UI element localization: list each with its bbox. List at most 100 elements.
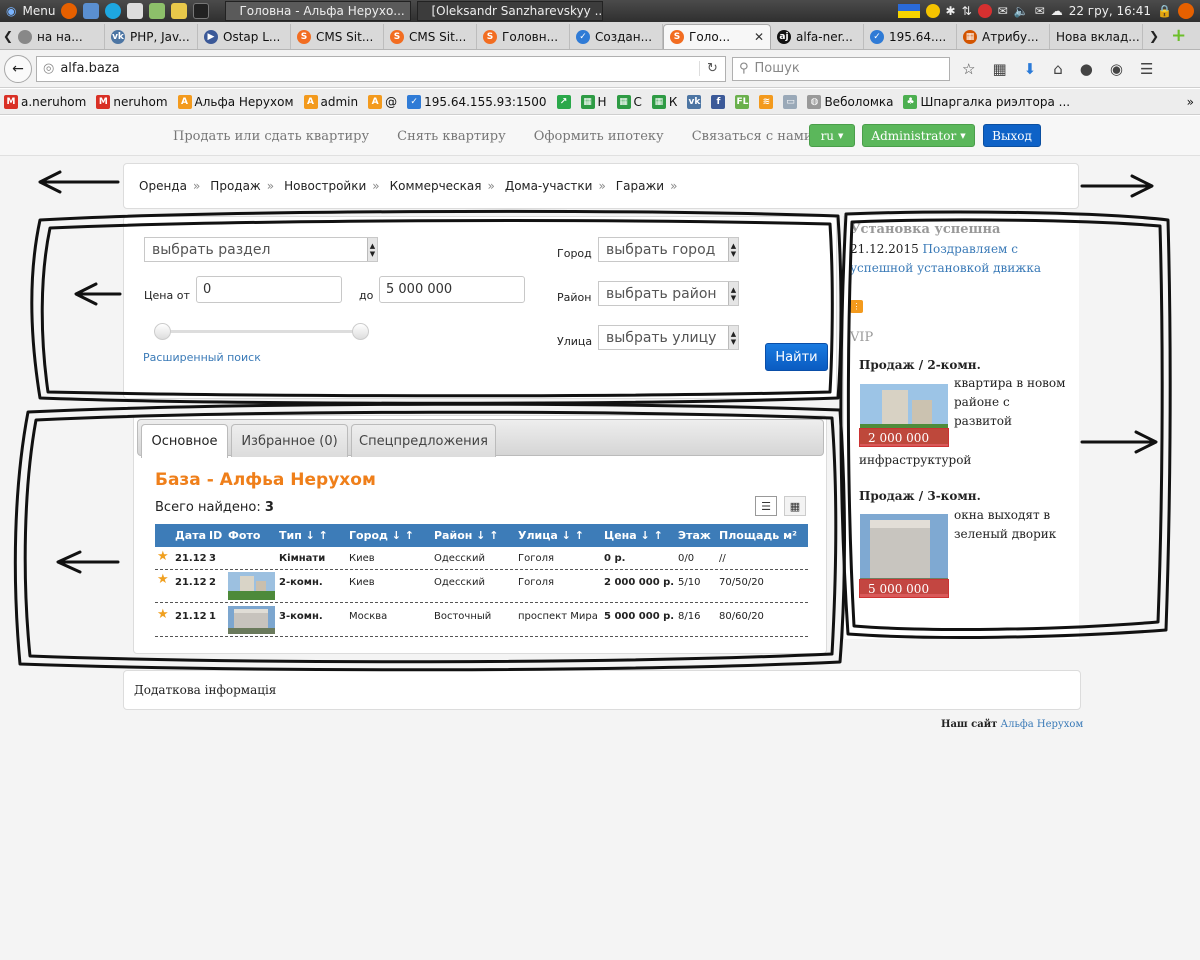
cell-type[interactable]: 2-комн. — [279, 577, 323, 588]
col-type[interactable]: Тип ↓ ↑ — [279, 529, 328, 542]
bookmark-item[interactable]: A @ — [368, 94, 397, 109]
tab-scroll-left-icon[interactable]: ❮ — [0, 29, 13, 43]
browser-tab[interactable]: Нова вклад... — [1050, 24, 1143, 49]
hamburger-menu-icon[interactable]: ☰ — [1140, 60, 1153, 78]
col-district[interactable]: Район ↓ ↑ — [434, 529, 498, 542]
bookmark-item[interactable]: ▭ — [783, 94, 798, 109]
browser-tab[interactable]: на на... — [12, 24, 105, 49]
browser-tab[interactable]: aj alfa-ner... — [771, 24, 864, 49]
admin-dropdown-button[interactable]: Administrator ▼ — [862, 124, 975, 147]
street-select[interactable]: выбрать улицу ▲ ▼ — [598, 325, 739, 350]
grid-view-button[interactable]: ▦ — [784, 496, 806, 516]
extension-icon[interactable]: ◉ — [1110, 60, 1123, 78]
favorite-star-icon[interactable]: ★ — [157, 607, 169, 622]
category-link[interactable]: Продаж — [210, 179, 260, 193]
back-button[interactable]: ← — [4, 54, 32, 83]
bookmark-item[interactable]: f — [711, 94, 726, 109]
weather-icon[interactable]: ☁ — [1051, 4, 1063, 18]
property-photo[interactable] — [228, 606, 275, 634]
price-slider-max-handle[interactable] — [352, 323, 369, 340]
col-id[interactable]: ID — [209, 529, 222, 542]
property-photo[interactable] — [228, 572, 275, 600]
messages-icon[interactable]: ✉ — [1035, 4, 1045, 18]
cell-type[interactable]: 3-комн. — [279, 611, 323, 622]
spreadsheet-icon[interactable] — [149, 3, 166, 19]
bookmark-item[interactable]: ▦ Н — [580, 94, 607, 109]
bookmark-item[interactable]: A Альфа Нерухом — [177, 94, 294, 109]
search-bar[interactable]: ⚲ Пошук — [732, 56, 950, 81]
bookmark-item[interactable]: ≋ — [759, 94, 774, 109]
skype-icon[interactable] — [105, 3, 122, 19]
bookmark-item[interactable]: FL — [735, 94, 750, 109]
address-bar[interactable]: ◎ alfa.baza ↻ — [36, 55, 726, 82]
lock-icon[interactable]: 🔒 — [1157, 4, 1172, 18]
col-city[interactable]: Город ↓ ↑ — [349, 529, 414, 542]
col-date[interactable]: Дата — [175, 529, 206, 542]
table-row[interactable]: ★ 21.12 1 3-комн. Москва Восточный просп… — [155, 603, 808, 637]
find-button[interactable]: Найти — [765, 343, 828, 371]
firefox-icon[interactable] — [1178, 3, 1194, 19]
price-from-input[interactable]: 0 — [196, 276, 342, 303]
tab-favorites[interactable]: Избранное (0) — [231, 424, 348, 457]
bookmark-item[interactable]: ↗ — [556, 94, 571, 109]
new-tab-plus-icon[interactable]: + — [1171, 25, 1186, 46]
table-row[interactable]: ★ 21.12 2 2-комн. Киев Одесский Гоголя 2… — [155, 570, 808, 603]
close-tab-icon[interactable]: ✕ — [754, 30, 764, 44]
browser-tab[interactable]: S CMS Sit... — [291, 24, 384, 49]
bookmark-item[interactable]: ▦ К — [651, 94, 677, 109]
menu-link-contact[interactable]: Связаться с нами — [692, 129, 813, 144]
bookmark-item[interactable]: ♣ Шпаргалка риэлтора ... — [903, 94, 1070, 109]
category-link[interactable]: Коммерческая — [390, 179, 482, 193]
monitor-icon[interactable] — [83, 3, 100, 19]
advanced-search-link[interactable]: Расширенный поиск — [143, 351, 261, 364]
os-menu-label[interactable]: Menu — [22, 4, 55, 18]
bookmarks-overflow-icon[interactable]: » — [1187, 95, 1200, 109]
terminal-icon[interactable] — [193, 3, 210, 19]
os-task-chat[interactable]: [Oleksandr Sanzharevskyy ... — [417, 1, 604, 21]
keyboard-layout-flag-icon[interactable] — [897, 4, 920, 18]
browser-tab[interactable]: S CMS Sit... — [384, 24, 477, 49]
vip-item-heading[interactable]: Продаж / 3-комн. — [859, 489, 981, 503]
firefox-icon[interactable] — [61, 3, 78, 19]
bookmark-star-icon[interactable]: ☆ — [962, 60, 975, 78]
category-link[interactable]: Оренда — [139, 179, 187, 193]
alert-icon[interactable] — [977, 4, 992, 18]
bookmark-item[interactable]: Aadmin — [303, 94, 358, 109]
home-icon[interactable]: ⌂ — [1053, 60, 1063, 78]
menu-link-rent[interactable]: Снять квартиру — [397, 129, 506, 144]
category-link[interactable]: Новостройки — [284, 179, 366, 193]
category-link[interactable]: Дома-участки — [505, 179, 593, 193]
rss-icon[interactable]: ⋮ — [850, 300, 863, 313]
tab-main[interactable]: Основное — [141, 424, 228, 458]
bookmark-item[interactable]: Mneruhom — [96, 94, 168, 109]
price-slider-track[interactable] — [162, 330, 364, 333]
browser-tab[interactable]: S Голо... ✕ — [663, 24, 771, 49]
favorite-star-icon[interactable]: ★ — [157, 549, 169, 564]
logout-button[interactable]: Выход — [983, 124, 1041, 147]
folder-icon[interactable] — [171, 3, 188, 19]
network-icon[interactable]: ⇅ — [962, 4, 972, 18]
price-slider-min-handle[interactable] — [154, 323, 171, 340]
section-select[interactable]: выбрать раздел ▲ ▼ — [144, 237, 378, 262]
menu-link-sell[interactable]: Продать или сдать квартиру — [173, 129, 369, 144]
browser-tab[interactable]: ✓ Создан... — [570, 24, 663, 49]
cell-type[interactable]: Кімнати — [279, 553, 325, 564]
calculator-icon[interactable] — [127, 3, 144, 19]
mail-icon[interactable]: ✉ — [998, 4, 1008, 18]
table-row[interactable]: ★ 21.12 3 Кімнати Киев Одесский Гоголя 0… — [155, 547, 808, 570]
os-task-firefox[interactable]: Головна - Альфа Нерухо... — [225, 1, 412, 21]
bookmark-item[interactable]: ✓ 195.64.155.93:1500 — [407, 94, 547, 109]
browser-tab[interactable]: ▶ Ostap L... — [198, 24, 291, 49]
list-view-button[interactable]: ☰ — [755, 496, 777, 516]
district-select[interactable]: выбрать район ▲ ▼ — [598, 281, 739, 306]
download-icon[interactable]: ⬇ — [1024, 60, 1037, 78]
footer-site-link[interactable]: Альфа Нерухом — [1001, 719, 1084, 730]
col-street[interactable]: Улица ↓ ↑ — [518, 529, 584, 542]
bluetooth-icon[interactable]: ✱ — [946, 4, 956, 18]
bookmark-item[interactable]: Ma.neruhom — [4, 94, 86, 109]
news-title[interactable]: Установка успешна — [850, 222, 1000, 237]
bookmark-item[interactable]: ▦ С — [616, 94, 642, 109]
favorite-star-icon[interactable]: ★ — [157, 572, 169, 587]
tab-special-offers[interactable]: Спецпредложения — [351, 424, 496, 457]
vip-item-heading[interactable]: Продаж / 2-комн. — [859, 358, 981, 372]
